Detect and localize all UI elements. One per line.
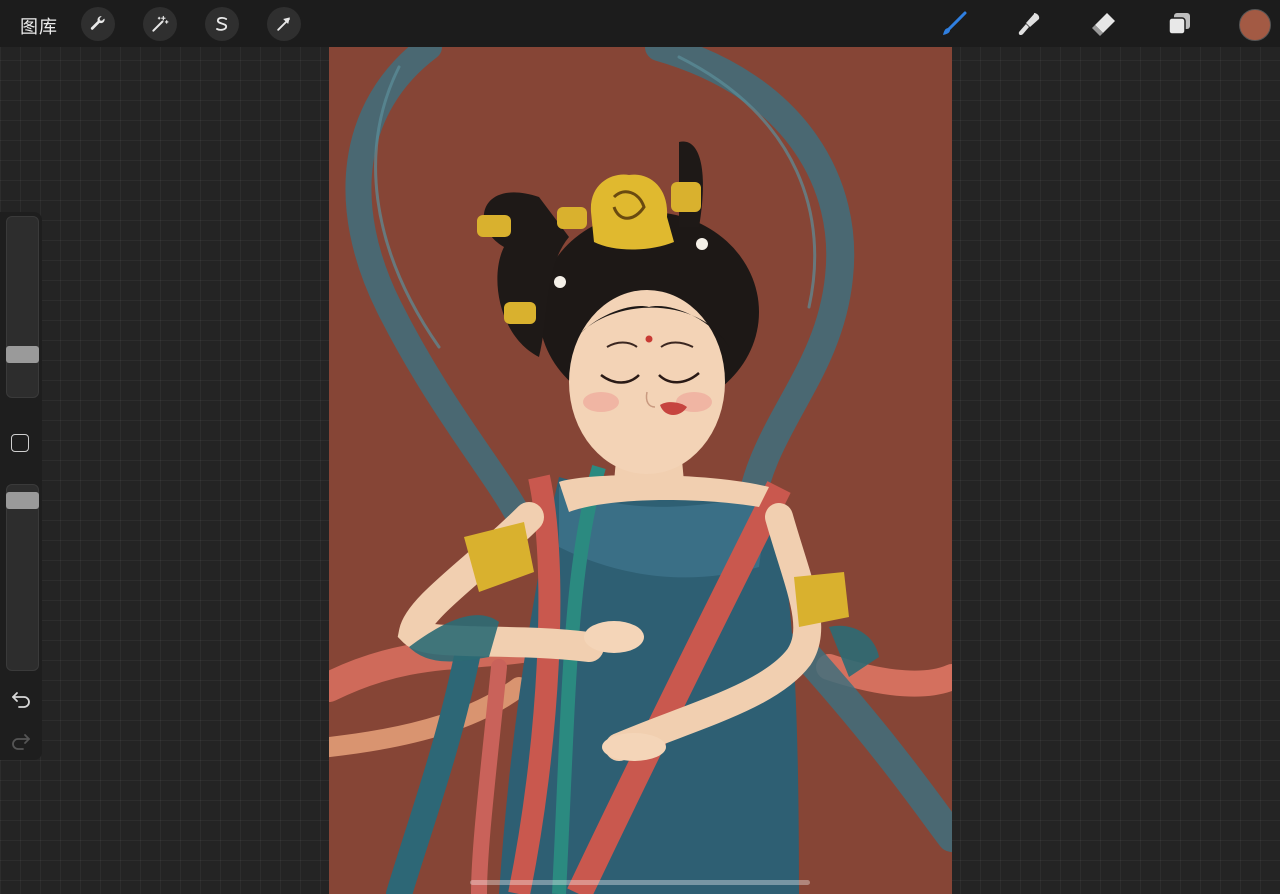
adjustments-button[interactable] [143, 7, 177, 41]
eraser-icon [1092, 13, 1115, 36]
modify-square-icon[interactable] [11, 434, 29, 452]
top-toolbar: 图库 [0, 0, 1280, 47]
brush-icon [943, 11, 967, 35]
smudge-icon [1018, 13, 1040, 36]
selection-button[interactable] [205, 7, 239, 41]
redo-icon[interactable] [9, 728, 33, 752]
arrow-cursor-icon [277, 17, 290, 31]
drawing-canvas[interactable] [329, 47, 952, 894]
selection-s-icon [216, 16, 228, 31]
layers-tool[interactable] [1163, 8, 1195, 40]
home-indicator [470, 880, 810, 885]
color-swatch[interactable] [1239, 9, 1271, 41]
opacity-thumb[interactable] [6, 491, 39, 509]
left-sidebar [0, 212, 42, 760]
layers-icon [1168, 13, 1190, 35]
wrench-icon [90, 16, 105, 30]
transform-button[interactable] [267, 7, 301, 41]
brush-size-thumb[interactable] [6, 346, 39, 364]
gallery-button[interactable]: 图库 [20, 13, 58, 39]
brush-tool[interactable] [938, 8, 970, 40]
dancer-illustration [329, 47, 952, 894]
eraser-tool[interactable] [1088, 8, 1120, 40]
actions-button[interactable] [81, 7, 115, 41]
magic-wand-icon [152, 15, 169, 32]
brush-size-slider[interactable] [6, 216, 39, 398]
opacity-slider[interactable] [6, 484, 39, 671]
undo-icon[interactable] [9, 686, 33, 710]
smudge-tool[interactable] [1013, 8, 1045, 40]
